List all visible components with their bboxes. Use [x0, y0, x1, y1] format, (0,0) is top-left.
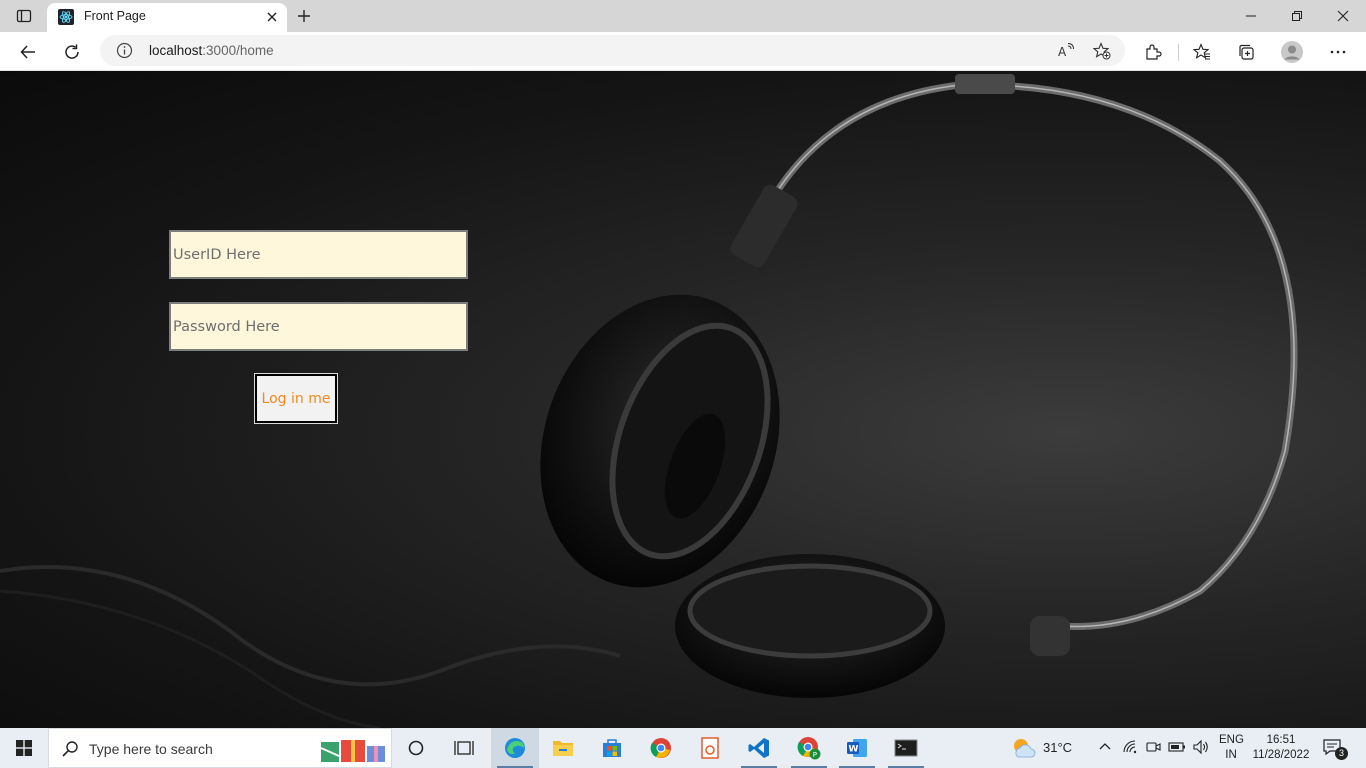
extensions-icon[interactable] [1139, 38, 1167, 66]
minimize-icon[interactable] [1228, 4, 1274, 28]
collections-icon[interactable] [1232, 38, 1260, 66]
info-icon[interactable] [116, 42, 133, 59]
userid-input[interactable]: UserID Here [169, 230, 468, 279]
word-icon[interactable]: W [833, 728, 881, 768]
wifi-icon[interactable] [1121, 738, 1139, 756]
profile-icon[interactable] [1278, 38, 1306, 66]
userid-placeholder: UserID Here [173, 246, 261, 263]
password-placeholder: Password Here [173, 318, 280, 335]
terminal-icon[interactable] [882, 728, 930, 768]
sidebar-icon[interactable] [10, 4, 38, 28]
back-icon[interactable] [14, 38, 42, 66]
svg-text:P: P [813, 751, 817, 759]
search-placeholder: Type here to search [89, 741, 213, 757]
read-aloud-icon[interactable]: A [1057, 42, 1075, 60]
battery-icon[interactable] [1168, 738, 1186, 756]
address-url[interactable]: localhost:3000/home [149, 43, 274, 58]
clock-date: 11/28/2022 [1252, 749, 1310, 761]
restore-icon[interactable] [1274, 4, 1320, 28]
favorites-icon[interactable] [1188, 38, 1216, 66]
react-logo-icon [58, 9, 74, 25]
system-clock[interactable]: 16:51 11/28/2022 [1250, 733, 1312, 763]
file-explorer-icon[interactable] [539, 728, 587, 768]
gifts-icon [320, 740, 385, 762]
headphones-background-image [0, 74, 1298, 728]
language-indicator[interactable]: ENG IN [1219, 733, 1244, 763]
volume-icon[interactable] [1192, 738, 1210, 756]
plus-icon[interactable] [292, 5, 316, 27]
close-icon[interactable] [265, 10, 279, 24]
address-bar[interactable]: localhost:3000/home A [100, 35, 1125, 66]
taskbar-search-box[interactable]: Type here to search [48, 728, 392, 768]
browser-tab-bar: Front Page [0, 0, 1366, 32]
vscode-icon[interactable] [735, 728, 783, 768]
search-icon [61, 740, 79, 758]
more-icon[interactable] [1324, 38, 1352, 66]
chevron-up-icon[interactable] [1096, 738, 1114, 756]
page-content: UserID Here Password Here Log in me [0, 71, 1366, 728]
tab-title: Front Page [84, 9, 146, 23]
toolbar-divider [1178, 44, 1179, 61]
add-favorite-icon[interactable] [1092, 42, 1111, 60]
meet-now-icon[interactable] [1144, 738, 1162, 756]
url-path: :3000/home [202, 43, 274, 58]
clock-time: 16:51 [1266, 734, 1296, 746]
chrome-profile-icon[interactable]: P [785, 728, 833, 768]
login-button[interactable]: Log in me [254, 373, 338, 424]
language-region: IN [1225, 749, 1237, 761]
browser-toolbar: localhost:3000/home A [0, 32, 1366, 71]
notification-center-icon[interactable]: 3 [1322, 738, 1348, 760]
windows-taskbar: Type here to search P W 31°C ENG IN 16:5… [0, 728, 1366, 768]
svg-text:W: W [849, 745, 859, 755]
notification-count-badge: 3 [1335, 747, 1348, 760]
password-input[interactable]: Password Here [169, 302, 468, 351]
windows-start-icon[interactable] [0, 728, 48, 768]
url-host: localhost [149, 43, 203, 58]
task-view-icon[interactable] [440, 728, 488, 768]
office-icon[interactable] [686, 728, 734, 768]
chrome-icon[interactable] [637, 728, 685, 768]
weather-temperature[interactable]: 31°C [1043, 740, 1072, 755]
store-icon[interactable] [588, 728, 636, 768]
browser-tab[interactable]: Front Page [47, 3, 287, 32]
close-window-icon[interactable] [1320, 4, 1366, 28]
weather-icon[interactable] [1005, 728, 1041, 768]
language-code: ENG [1219, 734, 1244, 746]
svg-text:A: A [1058, 45, 1067, 59]
edge-icon[interactable] [491, 728, 539, 768]
cortana-icon[interactable] [392, 728, 440, 768]
refresh-icon[interactable] [58, 38, 86, 66]
